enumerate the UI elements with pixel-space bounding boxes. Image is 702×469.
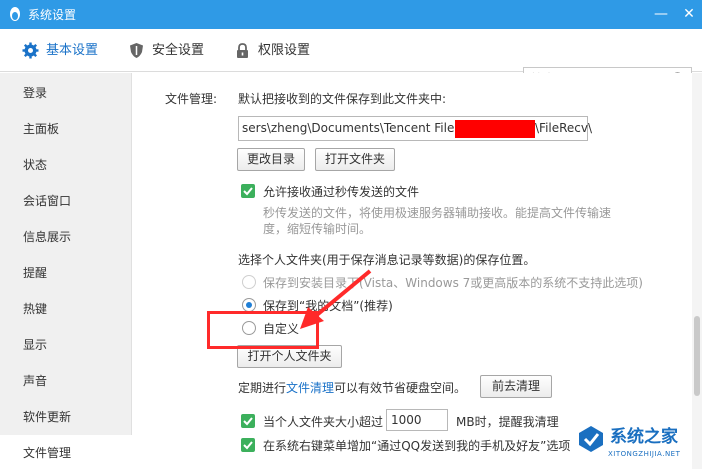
tab-label: 安全设置: [152, 43, 205, 58]
annotation-arrow-icon: [300, 269, 372, 329]
radio-install-directory: [242, 275, 256, 289]
sidebar-item-hotkeys[interactable]: 热键: [0, 291, 132, 327]
redaction-block: [455, 120, 535, 138]
checkmark-icon: [243, 187, 253, 196]
sidebar-item-chat-window[interactable]: 会话窗口: [0, 183, 132, 219]
scrollbar-thumb[interactable]: [694, 316, 700, 396]
sidebar-item-sound[interactable]: 声音: [0, 363, 132, 399]
context-menu-label: 在系统右键菜单增加“通过QQ发送到我的手机及好友”选项: [263, 439, 571, 453]
watermark-logo-icon: [579, 426, 603, 452]
tab-label: 基本设置: [46, 43, 99, 58]
change-directory-button[interactable]: 更改目录: [237, 148, 305, 171]
title-bar: 系统设置 — ✕: [0, 0, 702, 29]
personal-folder-desc: 选择个人文件夹(用于保存消息记录等数据)的保存位置。: [238, 253, 536, 267]
context-menu-checkbox[interactable]: [241, 438, 255, 452]
shield-icon: [130, 43, 143, 58]
path-suffix: \FileRecv\: [535, 121, 593, 135]
size-limit-label: 当个人文件夹大小超过: [263, 415, 384, 429]
settings-content: 文件管理: 默认把接收到的文件保存到此文件夹中: sers\zheng\Docu…: [133, 73, 702, 469]
lock-icon: [237, 43, 248, 58]
tab-permission-settings[interactable]: 权限设置: [234, 29, 324, 72]
minimize-button[interactable]: —: [652, 5, 670, 23]
gear-icon: [22, 42, 39, 59]
open-folder-button[interactable]: 打开文件夹: [315, 148, 395, 171]
tab-bar: 基本设置 安全设置 权限设置: [0, 29, 702, 91]
close-button[interactable]: ✕: [680, 5, 698, 23]
allow-instant-transfer-label[interactable]: 允许接收通过秒传发送的文件: [263, 183, 419, 200]
size-limit-suffix: MB时，提醒我清理: [456, 415, 559, 429]
instant-transfer-desc-line1: 秒传发送的文件，将使用极速服务器辅助接收。能提高文件传输速: [263, 206, 612, 220]
download-path-field[interactable]: sers\zheng\Documents\Tencent Files\ \Fil…: [238, 116, 592, 141]
size-limit-input[interactable]: [386, 409, 448, 431]
sidebar-item-info-display[interactable]: 信息展示: [0, 219, 132, 255]
file-cleanup-link[interactable]: 文件清理: [286, 379, 334, 396]
watermark-title: 系统之家: [610, 427, 678, 447]
tab-basic-settings[interactable]: 基本设置: [22, 29, 112, 72]
vertical-scrollbar[interactable]: [692, 73, 702, 469]
sidebar: 登录 主面板 状态 会话窗口 信息展示 提醒 热键 显示 声音 软件更新 文件管…: [0, 73, 132, 469]
site-watermark: 系统之家 XITONGZHIJIA.NET: [572, 418, 698, 466]
cleanup-suffix: 可以有效节省硬盘空间。: [334, 381, 467, 395]
allow-instant-transfer-checkbox[interactable]: [241, 184, 255, 198]
window-title: 系统设置: [28, 8, 77, 22]
sidebar-item-login[interactable]: 登录: [0, 75, 132, 111]
qq-penguin-icon: [10, 7, 20, 21]
sidebar-item-main-panel[interactable]: 主面板: [0, 111, 132, 147]
tab-label: 权限设置: [258, 43, 311, 58]
watermark-url: XITONGZHIJIA.NET: [608, 450, 681, 458]
go-cleanup-button[interactable]: 前去清理: [480, 375, 552, 398]
section-label: 文件管理:: [165, 92, 218, 106]
size-limit-checkbox[interactable]: [241, 414, 255, 428]
save-location-desc: 默认把接收到的文件保存到此文件夹中:: [238, 92, 447, 106]
tab-security-settings[interactable]: 安全设置: [128, 29, 218, 72]
instant-transfer-desc-line2: 度，缩短传输时间。: [263, 222, 372, 236]
sidebar-item-reminder[interactable]: 提醒: [0, 255, 132, 291]
cleanup-prefix: 定期进行: [238, 381, 287, 395]
checkmark-icon: [243, 417, 253, 426]
sidebar-item-status[interactable]: 状态: [0, 147, 132, 183]
sidebar-item-software-update[interactable]: 软件更新: [0, 399, 132, 435]
sidebar-item-display[interactable]: 显示: [0, 327, 132, 363]
path-prefix: sers\zheng\Documents\Tencent Files\: [242, 121, 465, 135]
radio-my-documents[interactable]: [242, 298, 256, 312]
checkmark-icon: [243, 441, 253, 450]
sidebar-item-file-management[interactable]: 文件管理: [0, 435, 132, 469]
